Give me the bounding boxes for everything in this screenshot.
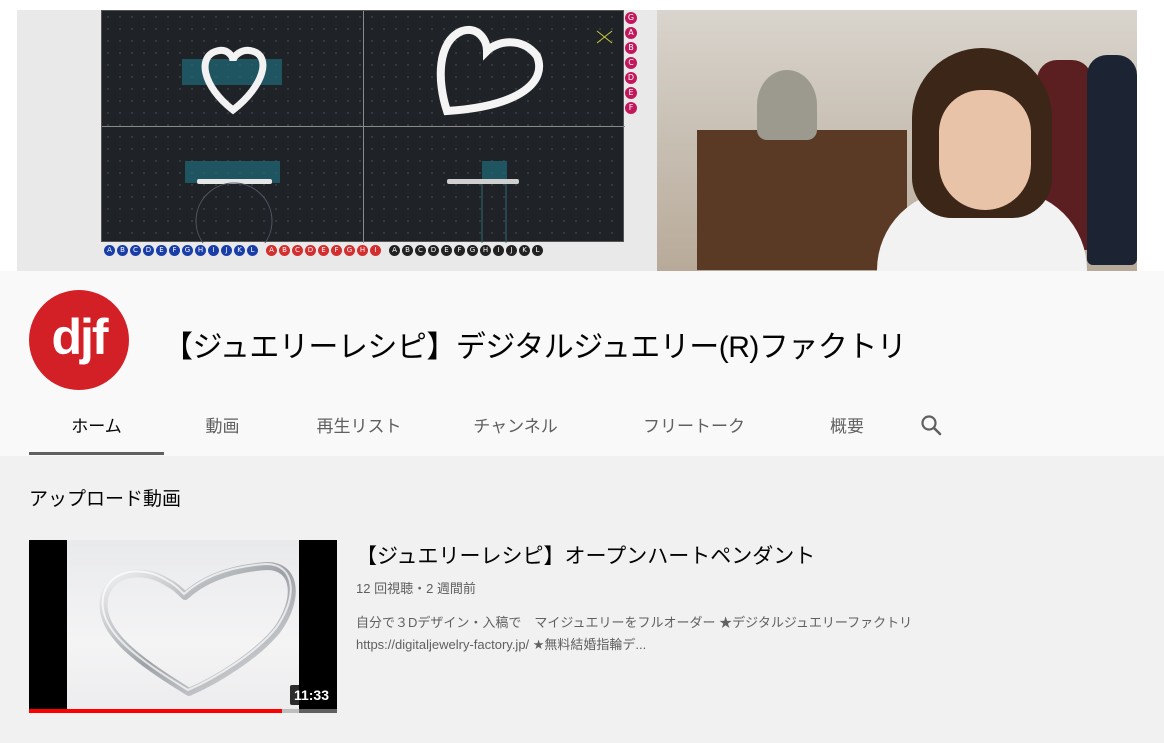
banner-letter-dot: I — [208, 245, 219, 256]
video-stats: 12 回視聴・2 週間前 — [356, 581, 476, 596]
banner-letter-dot: B — [117, 245, 128, 256]
video-description: 自分で３Dデザイン・入稿で マイジュエリーをフルオーダー ★デジタルジュエリーフ… — [356, 612, 1056, 656]
banner-letter-strip-horizontal: ABCDEFGHIJKLABCDEFGHIABCDEFGHIJKL — [104, 245, 543, 259]
channel-title: 【ジュエリーレシピ】デジタルジュエリー(R)ファクトリ — [163, 331, 907, 364]
banner-letter-strip-vertical: GABCDEF — [625, 12, 639, 124]
banner-letter-dot: K — [234, 245, 245, 256]
banner-letter-dot: H — [480, 245, 491, 256]
tab-playlists[interactable]: 再生リスト — [281, 397, 437, 452]
banner-letter-dot: G — [182, 245, 193, 256]
banner-letter-dot: I — [370, 245, 381, 256]
watch-progress-bar — [29, 709, 337, 713]
banner-letter-dot: G — [344, 245, 355, 256]
banner-letter-dot: G — [467, 245, 478, 256]
video-thumbnail[interactable]: 11:33 — [29, 540, 337, 713]
tab-videos[interactable]: 動画 — [164, 397, 281, 452]
banner-letter-dot: E — [625, 87, 637, 99]
banner-letter-dot: F — [625, 102, 637, 114]
banner-letter-dot: H — [195, 245, 206, 256]
banner-letter-dot: F — [169, 245, 180, 256]
video-duration: 11:33 — [289, 685, 333, 705]
banner-letter-dot: F — [331, 245, 342, 256]
banner-letter-dot: L — [247, 245, 258, 256]
cad-heart-drawings — [182, 25, 613, 243]
banner-letter-dot: C — [292, 245, 303, 256]
banner-letter-dot: A — [104, 245, 115, 256]
search-icon — [921, 414, 942, 435]
banner-letter-dot: B — [402, 245, 413, 256]
tab-channels[interactable]: チャンネル — [437, 397, 594, 452]
avatar-logo-text: djf — [51, 309, 108, 365]
channel-content: アップロード動画 11:33 【ジュエリーレシピ】オープンハートペンダント 12… — [0, 456, 1164, 743]
photo-shelf — [697, 130, 907, 270]
banner-letter-dot: B — [279, 245, 290, 256]
watch-progress-fill — [29, 709, 282, 713]
banner-letter-dot: E — [318, 245, 329, 256]
banner-photo — [657, 10, 1137, 271]
banner-letter-dot: A — [389, 245, 400, 256]
channel-banner: GABCDEF ABCDEFGHIJKLABCDEFGHIABCDEFGHIJK… — [0, 0, 1164, 271]
banner-letter-dot: L — [532, 245, 543, 256]
channel-header: djf 【ジュエリーレシピ】デジタルジュエリー(R)ファクトリ ホーム 動画 再… — [0, 271, 1164, 456]
section-title[interactable]: アップロード動画 — [29, 484, 181, 511]
tab-free-talk[interactable]: フリートーク — [594, 397, 794, 452]
photo-plant — [757, 70, 817, 140]
channel-search-button[interactable] — [900, 397, 962, 452]
cad-viewport — [101, 10, 625, 243]
banner-letter-dot: A — [625, 27, 637, 39]
banner-letter-dot: K — [519, 245, 530, 256]
heart-pendant-image — [99, 562, 296, 696]
banner-letter-dot: F — [454, 245, 465, 256]
banner-letter-dot: E — [156, 245, 167, 256]
photo-coat — [1087, 55, 1137, 265]
video-meta: 【ジュエリーレシピ】オープンハートペンダント 12 回視聴・2 週間前 自分で３… — [356, 540, 1056, 713]
photo-person-face — [939, 90, 1031, 210]
banner-letter-dot: C — [625, 57, 637, 69]
thumbnail-image — [67, 540, 299, 713]
banner-letter-dot: D — [625, 72, 637, 84]
banner-letter-dot: A — [266, 245, 277, 256]
tab-about[interactable]: 概要 — [794, 397, 900, 452]
banner-letter-dot: G — [625, 12, 637, 24]
tab-home[interactable]: ホーム — [29, 397, 164, 455]
video-title[interactable]: 【ジュエリーレシピ】オープンハートペンダント — [356, 540, 1056, 570]
banner-letter-dot: I — [493, 245, 504, 256]
banner-letter-dot: C — [415, 245, 426, 256]
channel-tabs: ホーム 動画 再生リスト チャンネル フリートーク 概要 — [29, 397, 962, 455]
banner-letter-dot: E — [441, 245, 452, 256]
banner-letter-dot: D — [143, 245, 154, 256]
banner-letter-dot: D — [305, 245, 316, 256]
video-description-line: 自分で３Dデザイン・入稿で マイジュエリーをフルオーダー ★デジタルジュエリーフ… — [356, 615, 913, 630]
video-description-line: https://digitaljewelry-factory.jp/ ★無料結婚… — [356, 637, 647, 652]
banner-letter-dot: J — [506, 245, 517, 256]
featured-video: 11:33 【ジュエリーレシピ】オープンハートペンダント 12 回視聴・2 週間… — [29, 540, 1056, 713]
banner-letter-dot: C — [130, 245, 141, 256]
banner-letter-dot: D — [428, 245, 439, 256]
banner-letter-dot: J — [221, 245, 232, 256]
channel-avatar[interactable]: djf — [29, 290, 129, 390]
banner-letter-dot: B — [625, 42, 637, 54]
banner-letter-dot: H — [357, 245, 368, 256]
